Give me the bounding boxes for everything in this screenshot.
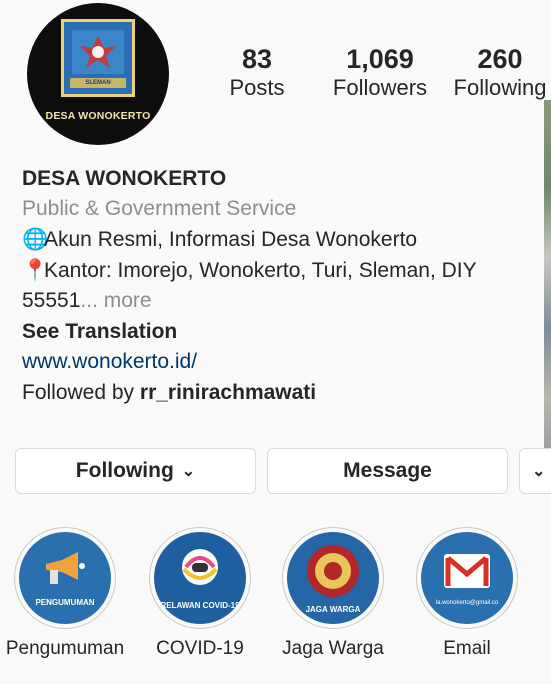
garuda-icon — [80, 36, 116, 68]
profile-name: DESA WONOKERTO — [22, 167, 227, 190]
highlight-pengumuman[interactable]: PENGUMUMAN Pengumuman — [0, 527, 130, 661]
more-link[interactable]: ... more — [80, 289, 151, 312]
profile-avatar[interactable]: SLEMAN DESA WONOKERTO — [27, 3, 169, 145]
following-label: Following — [453, 75, 547, 100]
following-count[interactable]: 260 Following — [449, 44, 551, 102]
megaphone-icon — [46, 552, 85, 584]
highlight-label: Pengumuman — [5, 638, 125, 659]
gmail-icon — [444, 554, 490, 588]
following-button[interactable]: Following ⌄ — [15, 448, 256, 494]
chevron-down-icon: ⌄ — [181, 463, 196, 480]
bio-line-1: 🌐Akun Resmi, Informasi Desa Wonokerto — [22, 225, 417, 255]
followers-label: Followers — [332, 75, 428, 100]
bio-line-3: 55551... more — [22, 289, 152, 312]
message-button[interactable]: Message — [267, 448, 508, 494]
followed-by-user: rr_rinirachmawati — [139, 381, 317, 404]
followed-by[interactable]: Followed by rr_rinirachmawati — [22, 378, 316, 408]
posts-value: 83 — [241, 44, 273, 74]
avatar-banner-text: SLEMAN — [70, 78, 126, 88]
village-emblem-icon: SLEMAN — [61, 19, 135, 97]
suggested-accounts-button[interactable]: ⌄ — [519, 448, 551, 494]
highlight-email[interactable]: la.wonokerto@gmail.co Email — [402, 527, 532, 661]
highlight-label: Email — [443, 638, 491, 659]
adjacent-photo-edge — [544, 100, 551, 450]
highlight-label: COVID-19 — [156, 638, 244, 659]
followers-value: 1,069 — [346, 44, 414, 74]
profile-category: Public & Government Service — [22, 197, 297, 220]
highlight-covid-19[interactable]: RELAWAN COVID-19 COVID-19 — [135, 527, 265, 661]
bio-line-2: 📍Kantor: Imorejo, Wonokerto, Turi, Slema… — [22, 256, 477, 286]
see-translation-link[interactable]: See Translation — [22, 317, 177, 347]
posts-count[interactable]: 83 Posts — [217, 44, 297, 102]
following-value: 260 — [477, 44, 523, 74]
avatar-caption: DESA WONOKERTO — [45, 110, 151, 122]
highlight-label: Jaga Warga — [282, 638, 384, 659]
pushpin-icon: 📍 — [22, 259, 49, 282]
highlight-jaga-warga[interactable]: JAGA WARGA Jaga Warga — [268, 527, 398, 661]
globe-icon: 🌐 — [22, 228, 49, 251]
chevron-down-icon: ⌄ — [532, 463, 546, 480]
followers-count[interactable]: 1,069 Followers — [325, 44, 435, 102]
posts-label: Posts — [229, 75, 285, 100]
website-link[interactable]: www.wonokerto.id/ — [22, 347, 197, 377]
game-controller-icon — [182, 549, 218, 585]
emblem-icon — [307, 545, 359, 597]
